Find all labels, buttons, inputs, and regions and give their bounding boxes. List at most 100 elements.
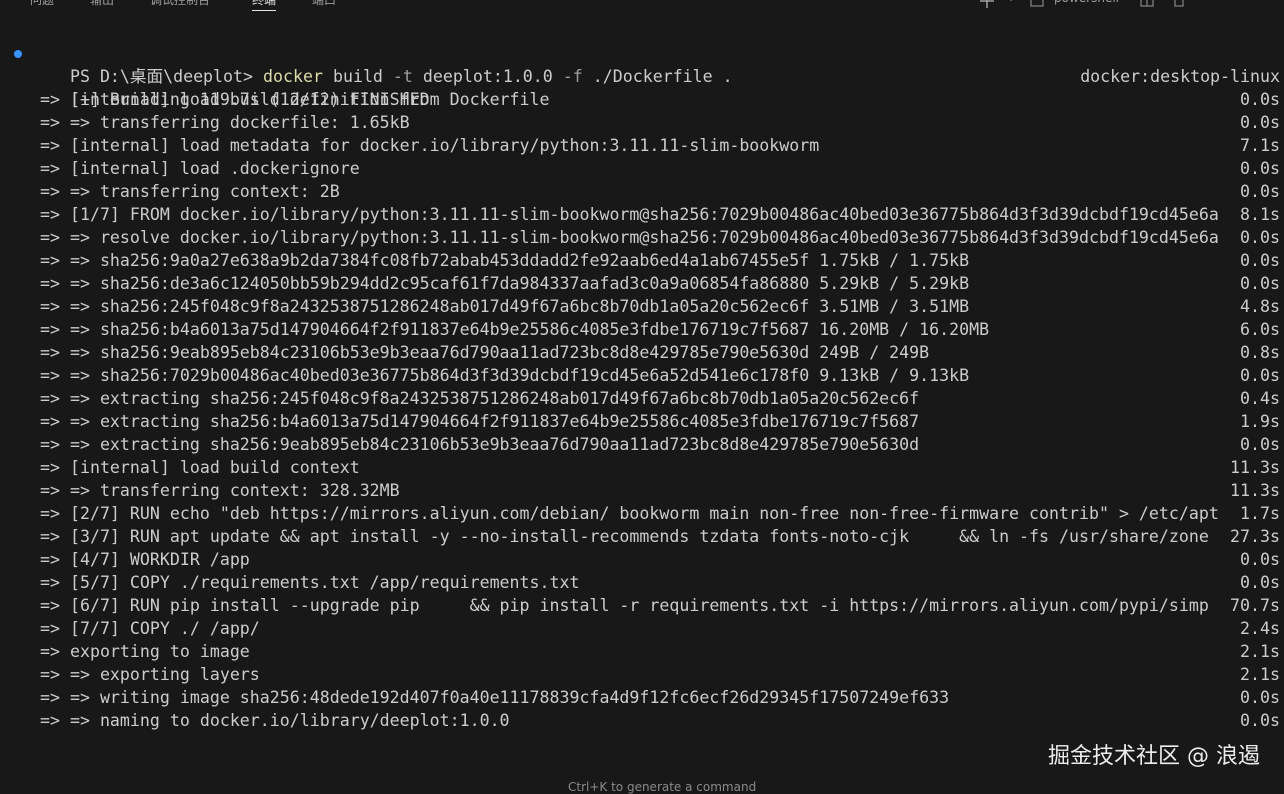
build-step-line: => [7/7] COPY ./ /app/2.4s (30, 617, 1280, 640)
build-step-text: => [5/7] COPY ./requirements.txt /app/re… (40, 573, 580, 592)
build-step-text: => => extracting sha256:9eab895eb84c2310… (40, 435, 920, 454)
build-step-duration: 0.0s (1240, 90, 1280, 109)
build-step-text: => => sha256:245f048c9f8a243253875128624… (40, 297, 970, 316)
panel-tabbar: 问题 输出 调试控制台 终端 端口 powershell (0, 0, 1284, 12)
build-step-text: => => transferring dockerfile: 1.65kB (40, 113, 410, 132)
build-step-duration: 0.4s (1240, 389, 1280, 408)
build-step-duration: 7.1s (1240, 136, 1280, 155)
trash-icon[interactable] (1172, 0, 1186, 8)
build-step-text: => [internal] load build context (40, 458, 360, 477)
build-step-text: => => extracting sha256:245f048c9f8a2432… (40, 389, 920, 408)
build-step-text: => [4/7] WORKDIR /app (40, 550, 250, 569)
build-step-text: => => writing image sha256:48dede192d407… (40, 688, 950, 707)
build-step-line: => [internal] load metadata for docker.i… (30, 134, 1280, 157)
build-step-text: => exporting to image (40, 642, 250, 661)
build-step-line: => => sha256:de3a6c124050bb59b294dd2c95c… (30, 272, 1280, 295)
build-step-duration: 8.1s (1240, 205, 1280, 224)
build-step-duration: 70.7s (1230, 596, 1280, 615)
build-step-line: => => sha256:7029b00486ac40bed03e36775b8… (30, 364, 1280, 387)
build-step-duration: 2.4s (1240, 619, 1280, 638)
build-step-text: => [3/7] RUN apt update && apt install -… (40, 527, 1209, 546)
build-step-duration: 2.1s (1240, 642, 1280, 661)
build-step-duration: 1.7s (1240, 504, 1280, 523)
build-step-duration: 27.3s (1230, 527, 1280, 546)
prompt-line: PS D:\桌面\deeplot> docker build -t deeplo… (14, 42, 1280, 86)
build-step-text: => [internal] load .dockerignore (40, 159, 360, 178)
tab-debug-console[interactable]: 调试控制台 (150, 0, 210, 8)
build-step-line: => => sha256:245f048c9f8a243253875128624… (30, 295, 1280, 318)
build-step-line: => [4/7] WORKDIR /app 0.0s (30, 548, 1280, 571)
build-step-line: => [2/7] RUN echo "deb https://mirrors.a… (30, 502, 1280, 525)
build-step-duration: 0.0s (1240, 711, 1280, 730)
build-step-text: => => naming to docker.io/library/deeplo… (40, 711, 510, 730)
build-step-duration: 6.0s (1240, 320, 1280, 339)
build-step-line: => => transferring context: 2B 0.0s (30, 180, 1280, 203)
tab-problems[interactable]: 问题 (30, 0, 54, 8)
build-header-line: [+] Building 119.7s (12/12) FINISHED doc… (30, 65, 1280, 109)
build-step-duration: 0.0s (1240, 159, 1280, 178)
build-step-line: => => sha256:9eab895eb84c23106b53e9b3eaa… (30, 341, 1280, 364)
build-step-duration: 0.0s (1240, 573, 1280, 592)
build-step-duration: 0.0s (1240, 228, 1280, 247)
build-step-line: => [3/7] RUN apt update && apt install -… (30, 525, 1280, 548)
build-step-text: => => sha256:9a0a27e638a9b2da7384fc08fb7… (40, 251, 970, 270)
build-step-line: => exporting to image 2.1s (30, 640, 1280, 663)
build-step-line: => => extracting sha256:9eab895eb84c2310… (30, 433, 1280, 456)
build-step-text: => => exporting layers (40, 665, 260, 684)
build-step-line: => => extracting sha256:245f048c9f8a2432… (30, 387, 1280, 410)
build-step-line: => [5/7] COPY ./requirements.txt /app/re… (30, 571, 1280, 594)
build-step-duration: 11.3s (1230, 481, 1280, 500)
build-step-duration: 4.8s (1240, 297, 1280, 316)
build-step-duration: 0.0s (1240, 274, 1280, 293)
build-step-duration: 0.8s (1240, 343, 1280, 362)
build-step-duration: 11.3s (1230, 458, 1280, 477)
build-step-text: => [internal] load metadata for docker.i… (40, 136, 820, 155)
build-step-text: => [1/7] FROM docker.io/library/python:3… (40, 205, 1219, 224)
build-step-line: => => transferring dockerfile: 1.65kB 0.0… (30, 111, 1280, 134)
build-step-line: => => naming to docker.io/library/deeplo… (30, 709, 1280, 732)
build-step-duration: 0.0s (1240, 550, 1280, 569)
build-step-line: => [internal] load build definition from… (30, 88, 1280, 111)
command-status-dot[interactable] (14, 50, 22, 58)
tab-terminal[interactable]: 终端 (252, 0, 277, 11)
build-step-text: => => transferring context: 2B (40, 182, 340, 201)
build-step-text: => => sha256:9eab895eb84c23106b53e9b3eaa… (40, 343, 930, 362)
docker-context: docker:desktop-linux (1080, 67, 1280, 86)
add-terminal-icon[interactable] (980, 0, 994, 8)
build-step-duration: 0.0s (1240, 182, 1280, 201)
watermark: 掘金技术社区 @ 浪遏 (1048, 744, 1260, 769)
build-step-line: => [internal] load build context 11.3s (30, 456, 1280, 479)
build-step-text: => => transferring context: 328.32MB (40, 481, 400, 500)
build-step-line: => => exporting layers 2.1s (30, 663, 1280, 686)
build-step-line: => => writing image sha256:48dede192d407… (30, 686, 1280, 709)
shell-name-label[interactable]: powershell (1054, 0, 1119, 5)
build-step-line: => => transferring context: 328.32MB 11.3… (30, 479, 1280, 502)
build-step-text: => => sha256:b4a6013a75d147904664f2f9118… (40, 320, 990, 339)
build-step-line: => => resolve docker.io/library/python:3… (30, 226, 1280, 249)
build-step-text: => => sha256:7029b00486ac40bed03e36775b8… (40, 366, 970, 385)
split-terminal-icon[interactable] (1140, 0, 1154, 8)
build-step-duration: 0.0s (1240, 113, 1280, 132)
build-step-duration: 2.1s (1240, 665, 1280, 684)
tab-output[interactable]: 输出 (90, 0, 114, 8)
build-step-text: => [2/7] RUN echo "deb https://mirrors.a… (40, 504, 1219, 523)
build-step-duration: 0.0s (1240, 366, 1280, 385)
build-step-line: => => extracting sha256:b4a6013a75d14790… (30, 410, 1280, 433)
build-step-duration: 0.0s (1240, 688, 1280, 707)
chevron-down-icon[interactable] (1004, 0, 1018, 8)
build-step-line: => [1/7] FROM docker.io/library/python:3… (30, 203, 1280, 226)
build-step-duration: 0.0s (1240, 251, 1280, 270)
build-step-text: => [6/7] RUN pip install --upgrade pip &… (40, 596, 1209, 615)
build-step-line: => => sha256:9a0a27e638a9b2da7384fc08fb7… (30, 249, 1280, 272)
build-step-duration: 1.9s (1240, 412, 1280, 431)
build-step-text: => [7/7] COPY ./ /app/ (40, 619, 260, 638)
build-step-line: => [6/7] RUN pip install --upgrade pip &… (30, 594, 1280, 617)
build-step-text: => => extracting sha256:b4a6013a75d14790… (40, 412, 920, 431)
tab-ports[interactable]: 端口 (312, 0, 336, 8)
terminal-shell-icon (1030, 0, 1044, 7)
build-step-text: => => resolve docker.io/library/python:3… (40, 228, 1219, 247)
build-step-text: => [internal] load build definition from… (40, 90, 550, 109)
build-step-line: => => sha256:b4a6013a75d147904664f2f9118… (30, 318, 1280, 341)
build-step-line: => [internal] load .dockerignore 0.0s (30, 157, 1280, 180)
build-step-duration: 0.0s (1240, 435, 1280, 454)
